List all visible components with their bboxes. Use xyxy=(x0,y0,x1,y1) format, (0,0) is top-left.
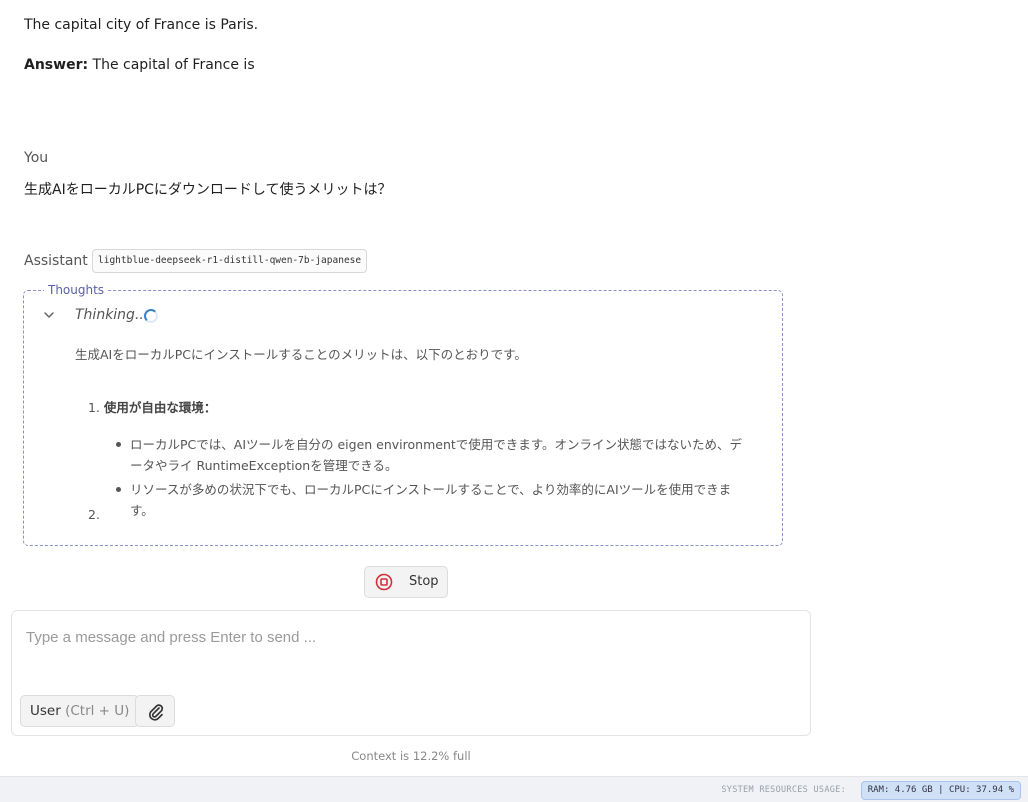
list-item-title: 使用が自由な環境： xyxy=(103,400,217,415)
model-name-badge: lightblue-deepseek-r1-distill-qwen-7b-ja… xyxy=(92,249,368,273)
role-toggle-button[interactable]: User (Ctrl + U) xyxy=(20,695,140,727)
list-item: リソースが多めの状況下でも、ローカルPCにインストールすることで、より効率的にA… xyxy=(114,479,744,521)
thought-intro: 生成AIをローカルPCにインストールすることのメリットは、以下のとおりです。 xyxy=(75,347,527,362)
thinking-status: Thinking... xyxy=(75,307,149,323)
thought-list-item-2: 2. xyxy=(88,507,100,522)
assistant-role-label: Assistant xyxy=(24,253,88,269)
list-item: ローカルPCでは、AIツールを自分の eigen environmentで使用で… xyxy=(114,434,744,476)
answer-text: The capital of France is xyxy=(88,57,255,73)
message-composer: User (Ctrl + U) xyxy=(11,610,811,736)
thoughts-legend: Thoughts xyxy=(44,283,109,297)
stop-label: Stop xyxy=(409,574,439,589)
resources-usage-badge: RAM: 4.76 GB | CPU: 37.94 % xyxy=(860,781,1021,800)
attach-button[interactable] xyxy=(135,695,175,727)
answer-label: Answer: xyxy=(24,57,89,73)
list-number: 1. xyxy=(88,400,100,415)
chat-page: The capital city of France is Paris. Ans… xyxy=(0,0,1028,802)
previous-answer: Answer: The capital of France is xyxy=(24,57,255,73)
loading-spinner-icon xyxy=(144,309,158,323)
stop-button[interactable]: Stop xyxy=(364,566,448,598)
paperclip-icon xyxy=(148,704,164,721)
message-input[interactable] xyxy=(24,623,798,651)
thought-bullet-list: ローカルPCでは、AIツールを自分の eigen environmentで使用で… xyxy=(114,434,744,524)
context-usage-text: Context is 12.2% full xyxy=(351,749,471,763)
user-message: 生成AIをローカルPCにダウンロードして使うメリットは？ xyxy=(24,182,392,198)
shortcut-hint: (Ctrl + U) xyxy=(65,703,130,719)
stop-icon xyxy=(375,573,393,591)
user-role-label: You xyxy=(24,150,49,166)
previous-message-line: The capital city of France is Paris. xyxy=(24,17,259,33)
role-toggle-label: User xyxy=(30,703,61,719)
resources-caption: SYSTEM RESOURCES USAGE: xyxy=(721,785,846,795)
thought-list-item-1: 1. 使用が自由な環境： xyxy=(88,398,216,418)
chevron-down-icon[interactable] xyxy=(42,308,56,322)
status-bar: SYSTEM RESOURCES USAGE: RAM: 4.76 GB | C… xyxy=(0,776,1028,802)
